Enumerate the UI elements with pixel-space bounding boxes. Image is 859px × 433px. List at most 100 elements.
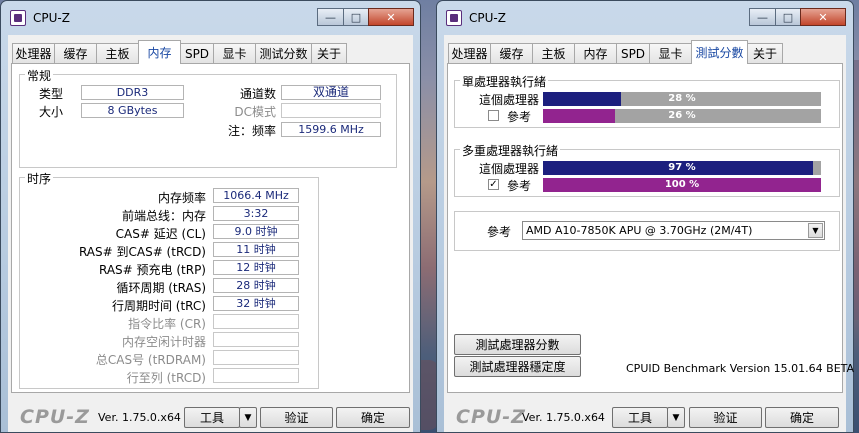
window-client: 处理器 缓存 主板 内存 SPD 显卡 測試分數 关于 單處理器執行緒 這個處理器 28 % …	[444, 35, 854, 432]
tab-5[interactable]: 显卡	[649, 43, 692, 63]
tab-7[interactable]: 关于	[311, 43, 347, 63]
general-heading: 常规	[25, 67, 54, 84]
tab-4[interactable]: SPD	[616, 43, 650, 63]
multi-this-bar: 97 %	[543, 161, 821, 175]
minimize-button[interactable]: —	[749, 8, 776, 26]
version-text: Ver. 1.75.0.x64	[522, 411, 605, 424]
timing-value: 11 时钟	[213, 242, 299, 257]
timing-value: 28 时钟	[213, 278, 299, 293]
tab-6[interactable]: 測試分數	[691, 40, 748, 64]
multi-this-label: 這個處理器	[479, 162, 540, 176]
close-button[interactable]: ✕	[368, 8, 414, 26]
single-ref-checkbox[interactable]	[488, 110, 499, 121]
timing-label: 指令比率 (CR)	[128, 317, 206, 331]
tools-button[interactable]: 工具	[612, 407, 668, 428]
bench-page: 單處理器執行緒 這個處理器 28 % 參考 26 % 多重處理器執行緒 這個處理…	[447, 63, 854, 393]
tab-2[interactable]: 主板	[96, 43, 139, 63]
bottom-bar: CPU-Z Ver. 1.75.0.x64 工具 ▼ 验证 确定	[8, 402, 413, 432]
timing-value	[213, 332, 299, 347]
tab-3[interactable]: 内存	[138, 40, 181, 64]
timing-value	[213, 350, 299, 365]
stress-cpu-button[interactable]: 測試處理器穩定度	[454, 356, 581, 377]
timing-label: 前端总线：内存	[121, 209, 206, 223]
multi-ref-checkbox[interactable]: ✓	[488, 179, 499, 190]
timing-value: 3:32	[213, 206, 299, 221]
close-button[interactable]: ✕	[800, 8, 846, 26]
multi-ref-percent: 100 %	[664, 179, 700, 190]
title-bar[interactable]: CPU-Z — □ ✕	[1, 1, 420, 31]
bench-cpu-button[interactable]: 測試處理器分數	[454, 334, 581, 355]
tab-7[interactable]: 关于	[747, 43, 783, 63]
timing-value: 1066.4 MHz	[213, 188, 299, 203]
tab-1[interactable]: 缓存	[54, 43, 97, 63]
timings-heading: 时序	[25, 170, 54, 187]
timing-value: 32 时钟	[213, 296, 299, 311]
tab-bar: 处理器 缓存 主板 内存 SPD 显卡 测试分数 关于	[8, 39, 413, 64]
tools-dropdown-arrow[interactable]: ▼	[667, 407, 685, 428]
bench-version-text: CPUID Benchmark Version 15.01.64 BETA	[626, 362, 855, 375]
cpuz-app-icon	[446, 10, 462, 26]
timings-group: 时序 内存频率 1066.4 MHz 前端总线：内存 3:32 CAS# 延迟 (CL)…	[19, 170, 319, 389]
timing-value	[213, 368, 299, 383]
chevron-down-icon[interactable]: ▼	[808, 223, 823, 238]
tab-0[interactable]: 处理器	[12, 43, 55, 63]
timing-label: 内存频率	[157, 191, 206, 205]
ok-button[interactable]: 确定	[765, 407, 839, 428]
cpuz-logo: CPU-Z	[20, 406, 90, 428]
timing-label: 行至列 (tRCD)	[126, 371, 206, 385]
bottom-bar: CPU-Z Ver. 1.75.0.x64 工具 ▼ 验证 确定	[444, 402, 846, 432]
multi-thread-heading: 多重處理器執行緒	[460, 142, 561, 159]
validate-button[interactable]: 验证	[260, 407, 333, 428]
multi-ref-bar: 100 %	[543, 178, 821, 192]
channel-label: 通道数	[239, 87, 276, 101]
reference-label: 參考	[487, 225, 512, 239]
tab-4[interactable]: SPD	[180, 43, 214, 63]
cpuz-app-icon	[10, 10, 26, 26]
timing-label: 内存空闲计时器	[121, 335, 206, 349]
reference-selected-value: AMD A10-7850K APU @ 3.70GHz (2M/4T)	[526, 224, 753, 237]
timing-label: 行周期时间 (tRC)	[111, 299, 206, 313]
tab-0[interactable]: 处理器	[448, 43, 491, 63]
single-ref-label: 參考	[507, 110, 532, 124]
dc-mode-value	[281, 103, 381, 118]
timing-label: 循环周期 (tRAS)	[116, 281, 206, 295]
nb-frequency-label: 注：频率	[227, 124, 276, 138]
single-this-percent: 28 %	[668, 93, 696, 104]
tools-dropdown-arrow[interactable]: ▼	[239, 407, 257, 428]
tab-2[interactable]: 主板	[532, 43, 575, 63]
window-title: CPU-Z	[469, 11, 506, 25]
cpuz-logo: CPU-Z	[456, 406, 526, 428]
ok-button[interactable]: 确定	[336, 407, 410, 428]
tools-button[interactable]: 工具	[184, 407, 240, 428]
title-bar[interactable]: CPU-Z — □ ✕	[437, 1, 853, 31]
single-this-label: 這個處理器	[479, 93, 540, 107]
window-title: CPU-Z	[33, 11, 70, 25]
reference-select[interactable]: AMD A10-7850K APU @ 3.70GHz (2M/4T) ▼	[522, 221, 825, 240]
validate-button[interactable]: 验证	[689, 407, 762, 428]
tab-6[interactable]: 测试分数	[255, 43, 312, 63]
minimize-button[interactable]: —	[317, 8, 344, 26]
single-thread-group: 單處理器執行緒 這個處理器 28 % 參考 26 %	[454, 73, 840, 128]
multi-ref-label: 參考	[507, 179, 532, 193]
cpuz-window-memory: CPU-Z — □ ✕ 处理器 缓存 主板 内存 SPD 显卡 测试分数 关于 常规 类型 D…	[0, 0, 421, 433]
timing-label: CAS# 延迟 (CL)	[115, 227, 206, 241]
multi-thread-group: 多重處理器執行緒 這個處理器 97 % ✓ 參考 100 %	[454, 142, 840, 197]
window-client: 处理器 缓存 主板 内存 SPD 显卡 测试分数 关于 常规 类型 DDR3 大小 8 GBy…	[8, 35, 413, 432]
channel-value: 双通道	[281, 85, 381, 100]
tab-5[interactable]: 显卡	[213, 43, 256, 63]
tab-bar: 处理器 缓存 主板 内存 SPD 显卡 測試分數 关于	[444, 39, 846, 64]
tab-3[interactable]: 内存	[574, 43, 617, 63]
tab-1[interactable]: 缓存	[490, 43, 533, 63]
single-ref-bar: 26 %	[543, 109, 821, 123]
reference-group: 參考 AMD A10-7850K APU @ 3.70GHz (2M/4T) ▼	[454, 211, 840, 251]
maximize-button[interactable]: □	[343, 8, 369, 26]
general-group: 常规 类型 DDR3 大小 8 GBytes 通道数 双通道 DC模式 注：频率…	[19, 67, 397, 168]
timing-label: RAS# 预充电 (tRP)	[98, 263, 206, 277]
size-value: 8 GBytes	[81, 103, 184, 118]
maximize-button[interactable]: □	[775, 8, 801, 26]
nb-frequency-value: 1599.6 MHz	[281, 122, 381, 137]
memory-page: 常规 类型 DDR3 大小 8 GBytes 通道数 双通道 DC模式 注：频率…	[11, 63, 410, 393]
size-label: 大小	[39, 105, 64, 119]
multi-this-percent: 97 %	[668, 162, 696, 173]
version-text: Ver. 1.75.0.x64	[98, 411, 181, 424]
